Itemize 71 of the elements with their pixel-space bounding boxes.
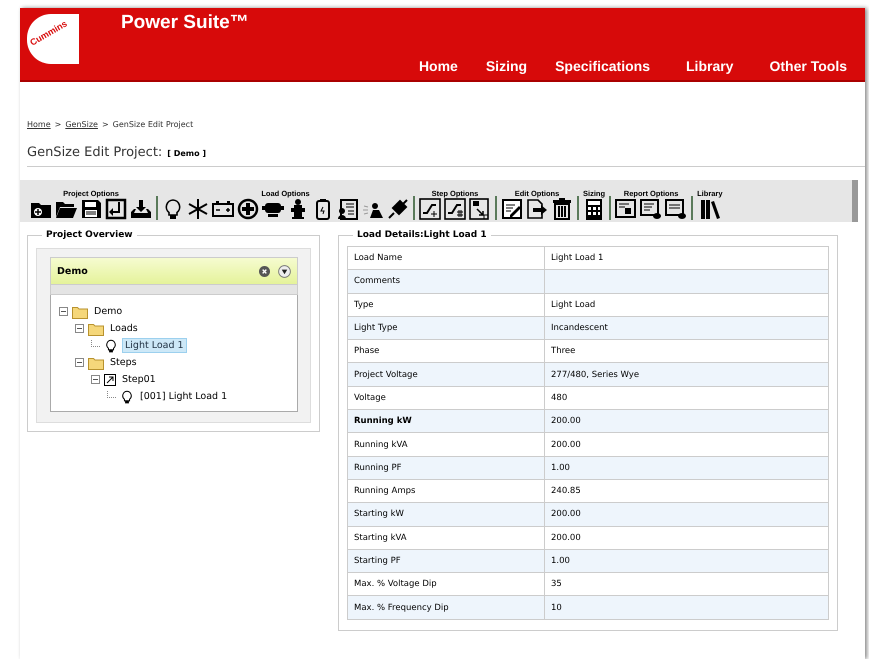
- property-label: Max. % Frequency Dip: [348, 596, 544, 620]
- property-value: 200.00: [544, 526, 828, 550]
- breadcrumb-separator: >: [54, 120, 62, 129]
- property-value: 277/480, Series Wye: [544, 362, 828, 386]
- light-bulb-icon: [104, 338, 118, 354]
- property-value: 200.00: [544, 410, 828, 433]
- import-icon[interactable]: [105, 198, 127, 220]
- download-icon[interactable]: [130, 198, 152, 220]
- folder-icon: [88, 356, 104, 370]
- property-label: Comments: [348, 270, 544, 294]
- property-value: 1.00: [544, 549, 828, 573]
- export-icon[interactable]: [526, 198, 548, 220]
- property-label: Type: [348, 293, 544, 316]
- property-label: Project Voltage: [348, 362, 544, 386]
- step-number-icon[interactable]: [444, 198, 466, 220]
- property-label: Starting PF: [348, 549, 544, 573]
- nav-link[interactable]: Library: [686, 58, 734, 74]
- report-database-icon[interactable]: [640, 198, 662, 220]
- save-icon[interactable]: [80, 198, 102, 220]
- breadcrumb-link[interactable]: Home: [27, 120, 51, 129]
- dropdown-icon[interactable]: [278, 264, 291, 278]
- property-label: Load Name: [348, 246, 544, 270]
- tree-item[interactable]: Demo: [92, 305, 124, 318]
- folder-icon: [88, 322, 104, 336]
- property-value: 1.00: [544, 456, 828, 480]
- light-bulb-icon: [120, 388, 134, 404]
- nav-link[interactable]: Other Tools: [769, 58, 847, 74]
- step-add-icon[interactable]: [419, 198, 441, 220]
- breadcrumb-separator: >: [102, 120, 109, 129]
- property-label: Starting kW: [348, 502, 544, 526]
- folder-icon: [72, 304, 88, 318]
- close-icon[interactable]: [259, 266, 270, 276]
- tree-item[interactable]: Loads: [108, 322, 140, 335]
- property-value: 10: [544, 596, 828, 620]
- document-person-icon[interactable]: [337, 198, 359, 220]
- property-label: Starting kVA: [348, 526, 544, 550]
- battery-icon[interactable]: [212, 198, 234, 220]
- nav-link[interactable]: Sizing: [486, 58, 528, 74]
- trash-icon[interactable]: [551, 198, 573, 220]
- property-value: Light Load 1: [544, 246, 828, 270]
- property-label: Running PF: [348, 456, 544, 480]
- panel-title: Load Details:Light Load 1: [356, 230, 488, 240]
- breadcrumb-current: GenSize Edit Project: [112, 120, 194, 129]
- books-icon[interactable]: [698, 198, 721, 220]
- tree-item[interactable]: Step01: [120, 373, 158, 386]
- medical-cross-icon[interactable]: [237, 198, 259, 220]
- property-value: Light Load: [544, 293, 828, 316]
- step-list-icon[interactable]: [469, 198, 491, 220]
- tree-item[interactable]: [001] Light Load 1: [138, 390, 230, 403]
- project-title: Demo: [57, 266, 89, 276]
- panel-title: Project Overview: [45, 230, 134, 240]
- plug-icon[interactable]: [387, 198, 409, 220]
- app-title: Power Suite™: [121, 12, 250, 34]
- tree-item[interactable]: Light Load 1: [122, 338, 187, 353]
- page-title: GenSize Edit Project:: [27, 145, 162, 160]
- report-icon[interactable]: [615, 198, 638, 220]
- property-label: Light Type: [348, 316, 544, 340]
- property-value: 200.00: [544, 502, 828, 526]
- property-value: 200.00: [544, 432, 828, 456]
- breadcrumb-link[interactable]: GenSize: [65, 120, 98, 129]
- property-label: Running kW: [348, 410, 544, 433]
- snowflake-icon[interactable]: [187, 198, 209, 220]
- edit-icon[interactable]: [501, 198, 523, 220]
- step-icon: [104, 374, 116, 386]
- property-label: Running kVA: [348, 432, 544, 456]
- nav-link[interactable]: Home: [418, 58, 458, 74]
- report-list-icon[interactable]: [665, 198, 688, 220]
- tree-item[interactable]: Steps: [108, 356, 139, 369]
- property-value: Incandescent: [544, 316, 828, 340]
- project-name: [ Demo ]: [167, 149, 206, 158]
- nav-link[interactable]: Specifications: [555, 58, 650, 74]
